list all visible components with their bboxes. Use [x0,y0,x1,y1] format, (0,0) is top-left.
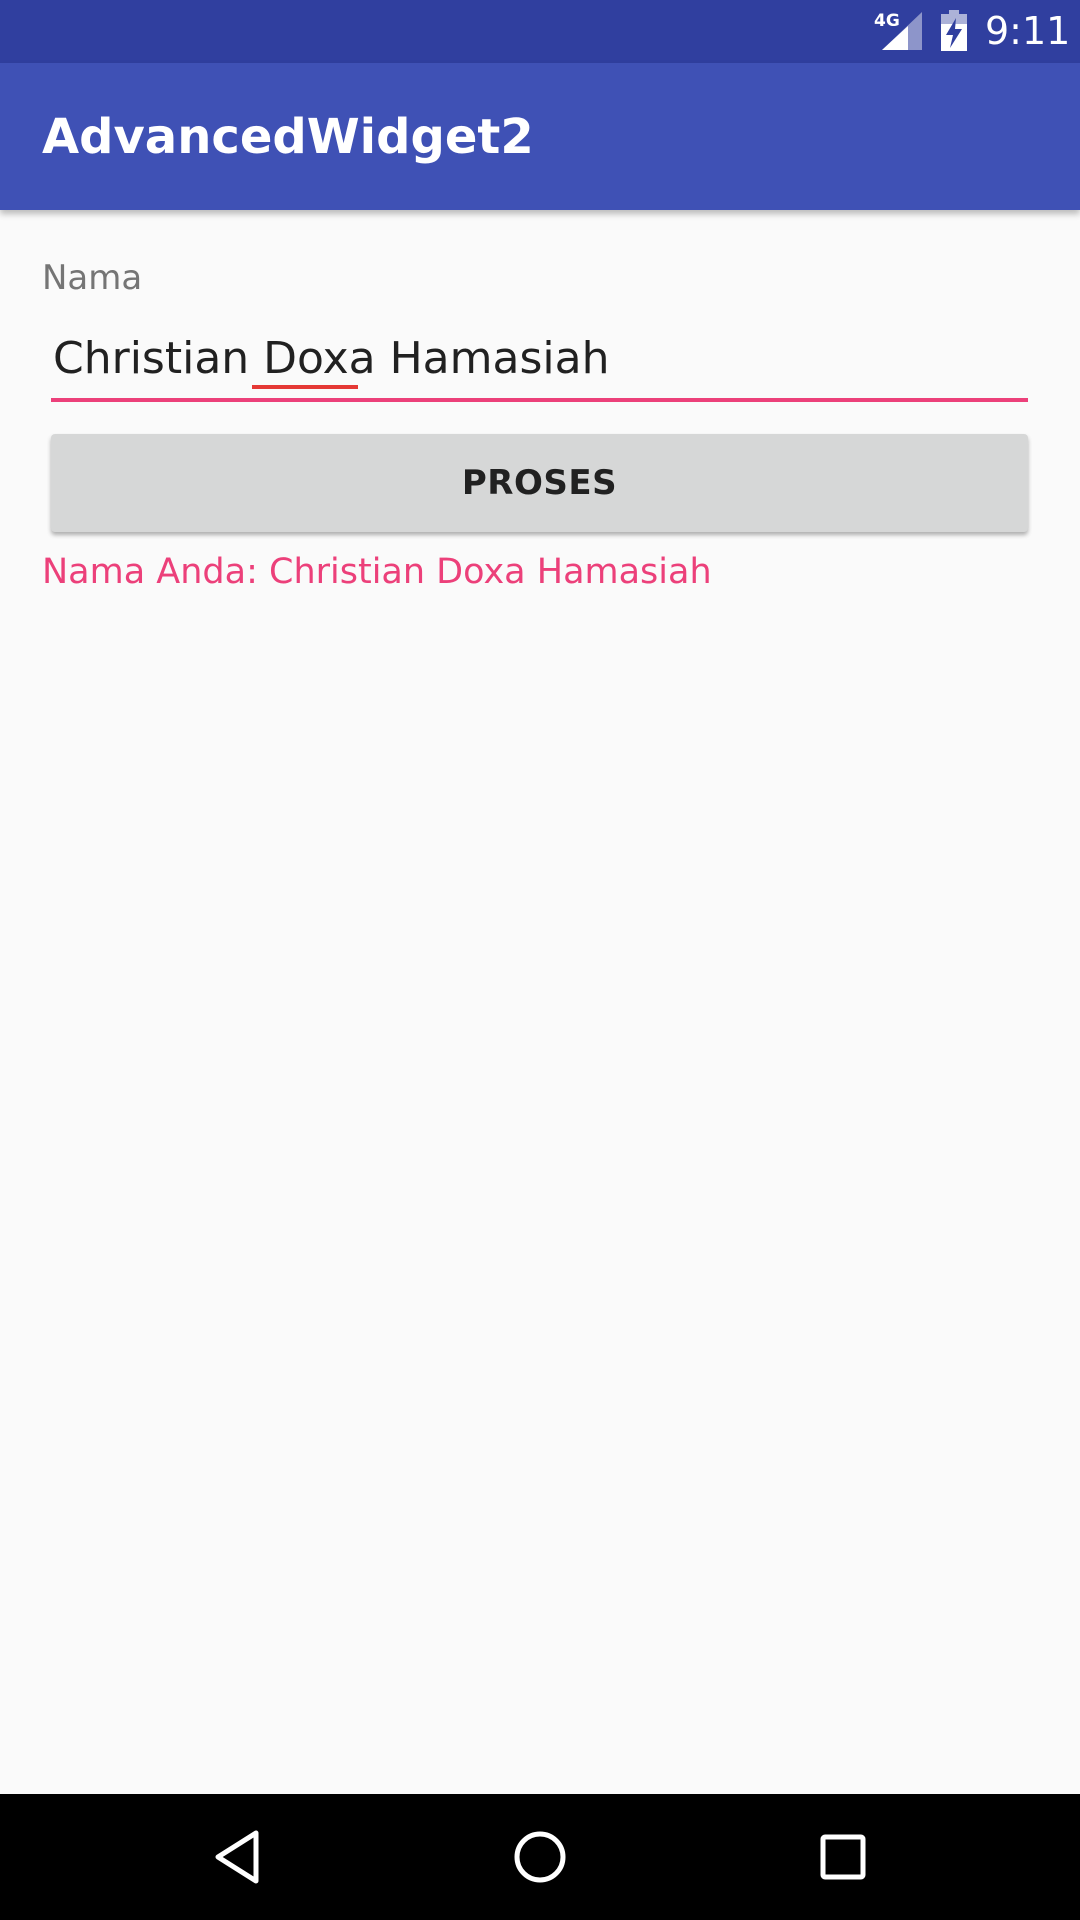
app-bar: AdvancedWidget2 [0,63,1080,210]
name-input[interactable] [51,326,1028,402]
home-icon [514,1831,566,1883]
battery-charging-icon [941,10,967,51]
recent-apps-icon [820,1834,866,1880]
home-button[interactable] [505,1822,575,1892]
back-button[interactable] [202,1822,272,1892]
signal-icon [882,12,922,50]
proses-button[interactable]: PROSES [51,434,1028,532]
back-icon [215,1830,259,1884]
recent-apps-button[interactable] [808,1822,878,1892]
result-text: Nama Anda: Christian Doxa Hamasiah [42,552,712,592]
navigation-bar [0,1794,1080,1920]
spellcheck-underline [252,385,358,389]
app-title: AdvancedWidget2 [42,109,534,165]
status-bar: 4G 9:11 [0,0,1080,63]
name-field-label: Nama [42,258,143,298]
status-clock: 9:11 [985,9,1071,53]
